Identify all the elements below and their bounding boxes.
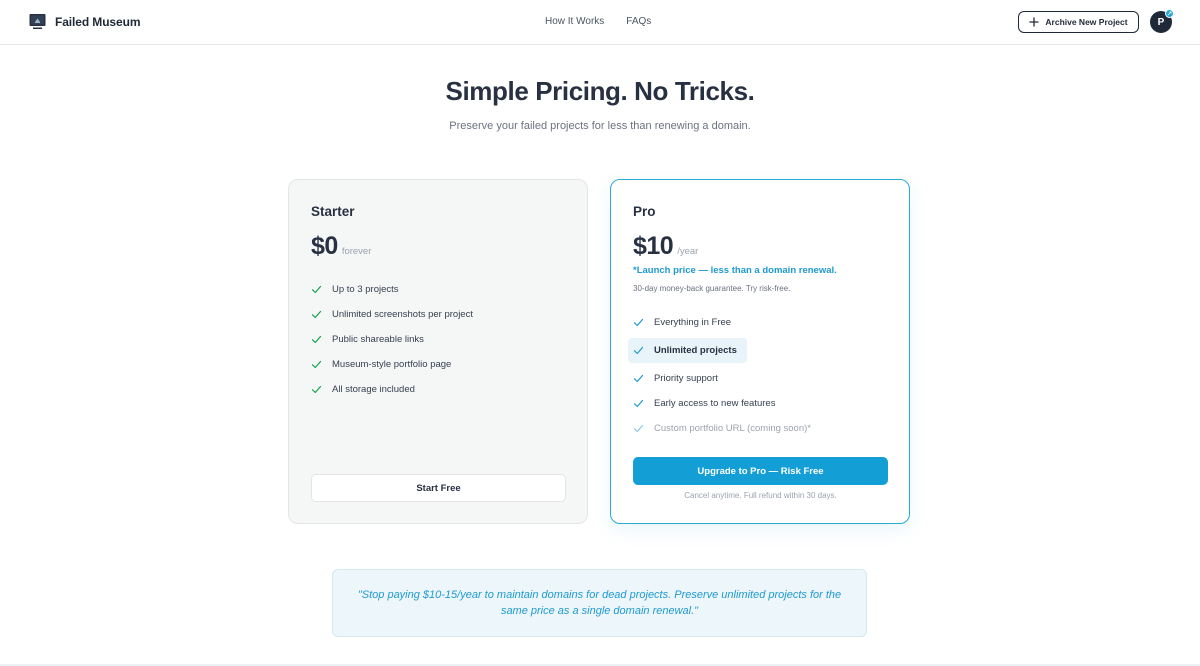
check-icon bbox=[311, 360, 322, 369]
page-title: Simple Pricing. No Tricks. bbox=[445, 76, 755, 106]
main-nav: How It Works FAQs bbox=[545, 16, 651, 27]
plus-icon bbox=[1029, 17, 1040, 27]
check-icon bbox=[311, 335, 322, 344]
testimonial-quote-box: "Stop paying $10-15/year to maintain dom… bbox=[332, 569, 867, 637]
plan-name: Starter bbox=[311, 204, 355, 219]
plan-name: Pro bbox=[633, 204, 656, 219]
feature-item: Up to 3 projects bbox=[311, 277, 473, 302]
check-icon bbox=[311, 385, 322, 394]
start-free-button[interactable]: Start Free bbox=[311, 474, 566, 502]
feature-text: Custom portfolio URL (coming soon)* bbox=[654, 423, 811, 434]
cancel-note: Cancel anytime. Full refund within 30 da… bbox=[684, 491, 837, 500]
feature-item: Public shareable links bbox=[311, 327, 473, 352]
museum-monitor-icon bbox=[29, 14, 46, 29]
launch-price-note: *Launch price — less than a domain renew… bbox=[633, 265, 837, 276]
check-icon bbox=[311, 285, 322, 294]
archive-new-project-button[interactable]: Archive New Project bbox=[1018, 11, 1139, 33]
check-icon bbox=[633, 346, 644, 355]
plan-price: $0 bbox=[311, 232, 338, 260]
brand-name: Failed Museum bbox=[55, 14, 141, 29]
feature-list: Up to 3 projects Unlimited screenshots p… bbox=[311, 277, 473, 402]
feature-text: Unlimited projects bbox=[654, 345, 737, 356]
expand-arrows-icon bbox=[1165, 9, 1174, 18]
archive-button-label: Archive New Project bbox=[1045, 17, 1128, 27]
quote-text: "Stop paying $10-15/year to maintain dom… bbox=[357, 588, 842, 618]
check-icon bbox=[633, 424, 644, 433]
brand[interactable]: Failed Museum bbox=[29, 13, 140, 30]
check-icon bbox=[633, 318, 644, 327]
price-period: forever bbox=[341, 246, 372, 257]
starter-plan-card: Starter $0 forever Up to 3 projects Unli… bbox=[288, 179, 588, 524]
price-row: $0 forever bbox=[311, 232, 371, 261]
feature-item-highlighted: Unlimited projects bbox=[628, 338, 747, 363]
feature-item: Early access to new features bbox=[633, 391, 811, 416]
feature-text: All storage included bbox=[332, 384, 415, 395]
guarantee-note: 30-day money-back guarantee. Try risk-fr… bbox=[633, 284, 791, 293]
feature-text: Museum-style portfolio page bbox=[332, 359, 452, 370]
check-icon bbox=[633, 374, 644, 383]
feature-list: Everything in Free Unlimited projects Pr… bbox=[628, 310, 811, 441]
price-period: /year bbox=[677, 246, 699, 257]
feature-item: Museum-style portfolio page bbox=[311, 352, 473, 377]
feature-text: Priority support bbox=[654, 373, 718, 384]
top-header: Failed Museum How It Works FAQs Archive … bbox=[0, 0, 1200, 45]
pro-plan-card: Pro $10 /year *Launch price — less than … bbox=[610, 179, 910, 524]
feature-item: Unlimited screenshots per project bbox=[311, 302, 473, 327]
feature-text: Unlimited screenshots per project bbox=[332, 309, 473, 320]
user-menu[interactable]: P bbox=[1150, 9, 1174, 33]
feature-text: Early access to new features bbox=[654, 398, 776, 409]
check-icon bbox=[633, 399, 644, 408]
feature-item: Everything in Free bbox=[633, 310, 811, 335]
price-row: $10 /year bbox=[633, 232, 698, 261]
nav-link-how-it-works[interactable]: How It Works bbox=[545, 16, 604, 27]
feature-item: All storage included bbox=[311, 377, 473, 402]
upgrade-to-pro-button[interactable]: Upgrade to Pro — Risk Free bbox=[633, 457, 888, 485]
nav-link-faqs[interactable]: FAQs bbox=[626, 16, 651, 27]
feature-item: Priority support bbox=[633, 366, 811, 391]
check-icon bbox=[311, 310, 322, 319]
page-subtitle: Preserve your failed projects for less t… bbox=[449, 120, 751, 132]
feature-text: Up to 3 projects bbox=[332, 284, 399, 295]
plan-price: $10 bbox=[633, 232, 674, 260]
feature-item-coming-soon: Custom portfolio URL (coming soon)* bbox=[633, 416, 811, 441]
feature-text: Public shareable links bbox=[332, 334, 424, 345]
feature-text: Everything in Free bbox=[654, 317, 732, 328]
